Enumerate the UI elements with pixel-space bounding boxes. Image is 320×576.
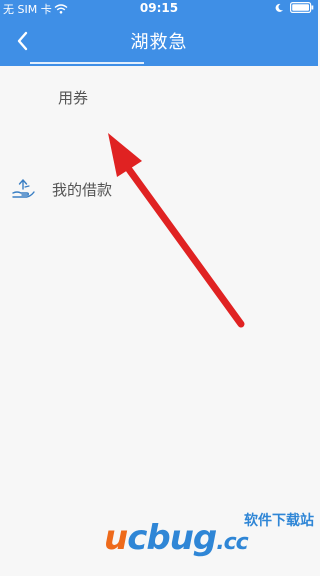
- status-bar: 无 SIM 卡 09:15: [0, 0, 318, 18]
- nav-bar: 湖救急: [0, 20, 318, 64]
- app-header: 无 SIM 卡 09:15 湖救急: [0, 0, 318, 66]
- watermark-logo: ucbug.cc: [104, 518, 249, 558]
- menu-list: 用券 我的借款: [0, 66, 318, 199]
- site-watermark: 软件下载站 ucbug.cc: [104, 510, 314, 558]
- header-divider: [30, 62, 144, 64]
- page-title: 湖救急: [130, 32, 188, 53]
- status-time: 09:15: [139, 1, 179, 15]
- watermark-brand-u: u: [104, 518, 128, 558]
- list-item-label: 我的借款: [52, 181, 113, 199]
- list-item-my-loans[interactable]: 我的借款: [0, 112, 318, 199]
- watermark-brand-rest: cbug: [127, 518, 217, 558]
- status-right: [274, 2, 314, 13]
- watermark-brand-cc: .cc: [216, 530, 248, 555]
- moon-icon: [275, 3, 283, 12]
- hand-money-icon: [12, 179, 35, 198]
- list-item-label: 用券: [58, 89, 89, 107]
- battery-icon: [290, 2, 314, 13]
- list-item-coupons[interactable]: 用券: [0, 66, 318, 112]
- watermark-cn-text: 软件下载站: [244, 513, 314, 529]
